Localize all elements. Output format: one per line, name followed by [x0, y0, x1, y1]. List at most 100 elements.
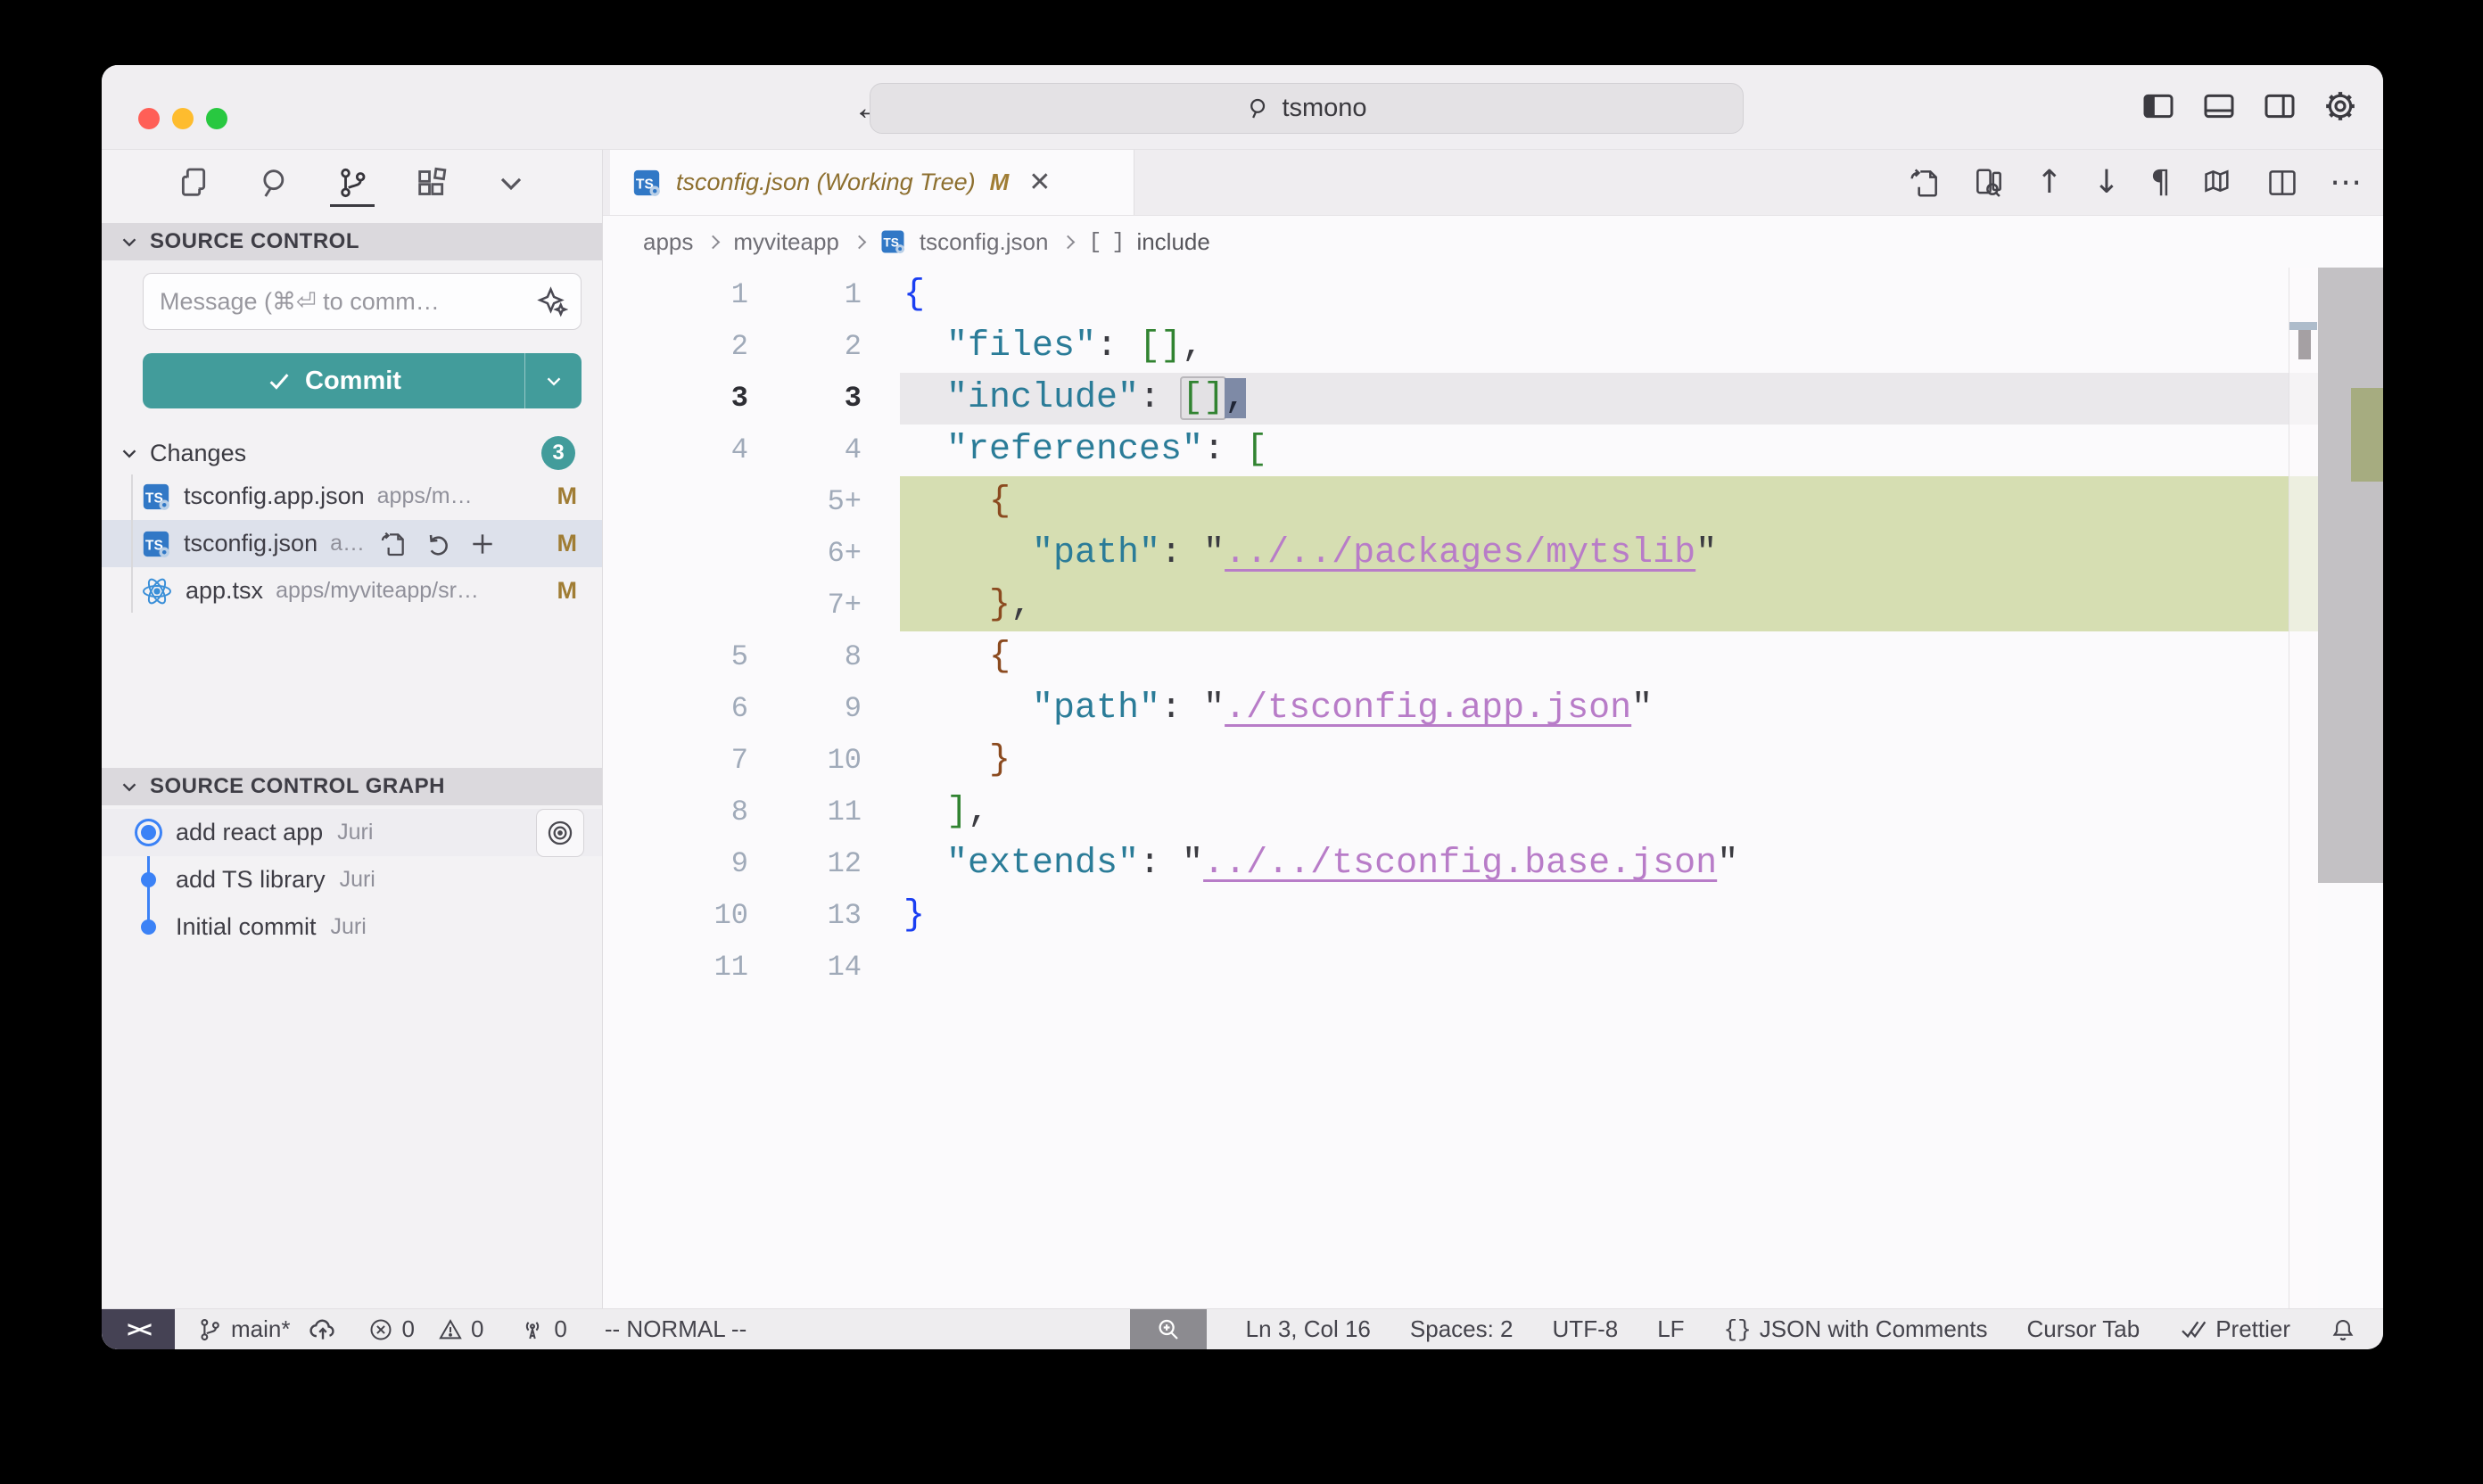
source-control-view-icon[interactable]	[334, 157, 371, 209]
search-view-icon[interactable]	[254, 157, 292, 209]
code-line[interactable]: 9 12 "extends": "../../tsconfig.base.jso…	[603, 838, 2318, 890]
discard-changes-icon[interactable]	[424, 530, 452, 558]
code-line-added[interactable]: 5+ {	[603, 476, 2318, 528]
toggle-secondary-sidebar-icon[interactable]	[2262, 88, 2297, 124]
code-line[interactable]: 2 2 "files": [],	[603, 321, 2318, 373]
open-file-icon[interactable]	[1908, 166, 1942, 200]
sync-changes-button[interactable]	[308, 1309, 338, 1349]
code-line[interactable]: 7 10 }	[603, 735, 2318, 787]
ts-config-file-icon: TS	[141, 482, 171, 512]
extensions-icon[interactable]	[413, 157, 450, 209]
line-number-modified: 1	[748, 269, 862, 321]
overview-ruler-added-marker	[2351, 388, 2383, 482]
code-line[interactable]: 5 8 {	[603, 631, 2318, 683]
command-center-search[interactable]: tsmono	[870, 83, 1744, 134]
ports-status-item[interactable]: 0	[519, 1309, 566, 1349]
breadcrumb-tsconfig-json[interactable]: tsconfig.json	[920, 228, 1049, 256]
source-control-section-header[interactable]: SOURCE CONTROL	[102, 223, 602, 260]
minimize-window-button[interactable]	[172, 108, 194, 129]
graph-row-add-ts-library[interactable]: add TS library Juri	[102, 856, 602, 903]
more-views-chevron-icon[interactable]	[492, 157, 530, 209]
tree-indent-guide	[131, 474, 133, 613]
ports-count: 0	[554, 1315, 566, 1343]
encoding-status-item[interactable]: UTF-8	[1553, 1309, 1619, 1349]
source-control-graph-header[interactable]: SOURCE CONTROL GRAPH	[102, 768, 602, 805]
formatter-status-item[interactable]: Prettier	[2179, 1309, 2290, 1349]
code-line[interactable]: 1 1 {	[603, 269, 2318, 321]
path-link[interactable]: ../../tsconfig.base.json	[1203, 844, 1717, 884]
cursor-tab-status-item[interactable]: Cursor Tab	[2027, 1309, 2141, 1349]
explorer-icon[interactable]	[175, 157, 212, 209]
change-row-app-tsx[interactable]: app.tsx apps/myviteapp/sr… M	[102, 567, 602, 614]
diff-editor-content[interactable]: 1 1 { 2 2 "files": [], 3 3	[603, 268, 2383, 1308]
code-line[interactable]: 6 9 "path": "./tsconfig.app.json"	[603, 683, 2318, 735]
next-change-icon[interactable]: ↓	[2093, 165, 2120, 201]
modified-status-badge: M	[557, 530, 578, 557]
ts-config-file-icon: TS	[631, 168, 662, 198]
line-number-original: 4	[603, 425, 748, 476]
change-row-tsconfig[interactable]: TS tsconfig.json a…	[102, 520, 602, 567]
notifications-bell-icon[interactable]	[2330, 1309, 2356, 1349]
language-mode-status-item[interactable]: {} JSON with Comments	[1724, 1309, 1988, 1349]
line-number-original: 10	[603, 890, 748, 942]
toggle-primary-sidebar-icon[interactable]	[2141, 88, 2176, 124]
code-line[interactable]: 8 11 ],	[603, 787, 2318, 838]
commit-dropdown-button[interactable]	[524, 353, 582, 408]
open-changes-icon[interactable]	[1972, 166, 2006, 200]
changes-title: Changes	[150, 440, 246, 467]
commit-button[interactable]: Commit	[143, 353, 582, 408]
change-row-tsconfig-app[interactable]: TS tsconfig.app.json apps/m… M	[102, 473, 602, 520]
more-actions-icon[interactable]: ⋯	[2330, 165, 2362, 201]
show-moved-blocks-icon[interactable]	[2201, 166, 2235, 200]
line-number-modified: 5+	[748, 476, 862, 528]
path-link[interactable]: ./tsconfig.app.json	[1225, 688, 1631, 729]
breadcrumb-apps[interactable]: apps	[643, 228, 693, 256]
line-number-modified: 10	[748, 735, 862, 787]
graph-row-initial-commit[interactable]: Initial commit Juri	[102, 903, 602, 951]
breadcrumb-myviteapp[interactable]: myviteapp	[733, 228, 839, 256]
source-control-graph-title: SOURCE CONTROL GRAPH	[150, 774, 445, 799]
status-bar: >< main* 0 0	[102, 1308, 2383, 1349]
previous-change-icon[interactable]: ↑	[2036, 165, 2063, 201]
error-count: 0	[401, 1315, 414, 1343]
open-file-icon[interactable]	[379, 530, 408, 558]
sparkle-icon[interactable]	[536, 285, 568, 317]
goto-commit-icon[interactable]	[536, 809, 584, 857]
code-line-current[interactable]: 3 3 "include": [],	[603, 373, 2318, 425]
code-line[interactable]: 10 13 }	[603, 890, 2318, 942]
change-file-name: tsconfig.app.json	[184, 482, 365, 510]
code-line[interactable]: 11 14	[603, 942, 2318, 993]
line-number-modified: 11	[748, 787, 862, 838]
problems-status-item[interactable]: 0 0	[368, 1309, 483, 1349]
ts-config-file-icon: TS	[141, 529, 171, 559]
breadcrumb-include[interactable]: include	[1136, 228, 1209, 256]
show-whitespace-icon[interactable]: ¶	[2150, 165, 2171, 201]
stage-changes-icon[interactable]	[468, 530, 497, 558]
remote-indicator-button[interactable]: ><	[102, 1309, 175, 1349]
split-editor-icon[interactable]	[2265, 166, 2299, 200]
tab-title: tsconfig.json (Working Tree)	[676, 169, 976, 196]
zoom-indicator-button[interactable]	[1130, 1309, 1207, 1349]
settings-gear-icon[interactable]	[2322, 88, 2358, 124]
vertical-scrollbar-thumb[interactable]	[2318, 268, 2383, 883]
cursor-position-status-item[interactable]: Ln 3, Col 16	[1246, 1309, 1371, 1349]
changes-section-header[interactable]: Changes 3	[102, 433, 602, 473]
code-line-added[interactable]: 7+ },	[603, 580, 2318, 631]
close-tab-icon[interactable]: ✕	[1028, 167, 1051, 198]
sidebar: SOURCE CONTROL Message (⌘⏎ to comm… Comm…	[102, 150, 603, 1308]
code-line[interactable]: 4 4 "references": [	[603, 425, 2318, 476]
toggle-panel-icon[interactable]	[2201, 88, 2237, 124]
code-line-added[interactable]: 6+ "path": "../../packages/mytslib"	[603, 528, 2318, 580]
commit-message-input[interactable]: Message (⌘⏎ to comm…	[143, 273, 582, 330]
graph-row-add-react-app[interactable]: add react app Juri	[102, 809, 602, 856]
zoom-window-button[interactable]	[206, 108, 227, 129]
line-number-modified: 6+	[748, 528, 862, 580]
vim-mode-status-item[interactable]: -- NORMAL --	[605, 1309, 747, 1349]
tab-tsconfig-working-tree[interactable]: TS tsconfig.json (Working Tree) M ✕	[610, 150, 1134, 215]
indentation-status-item[interactable]: Spaces: 2	[1410, 1309, 1514, 1349]
branch-status-item[interactable]: main*	[196, 1309, 290, 1349]
path-link[interactable]: ../../packages/mytslib	[1225, 533, 1695, 573]
close-window-button[interactable]	[138, 108, 160, 129]
eol-status-item[interactable]: LF	[1657, 1309, 1684, 1349]
commit-author: Juri	[340, 867, 375, 893]
